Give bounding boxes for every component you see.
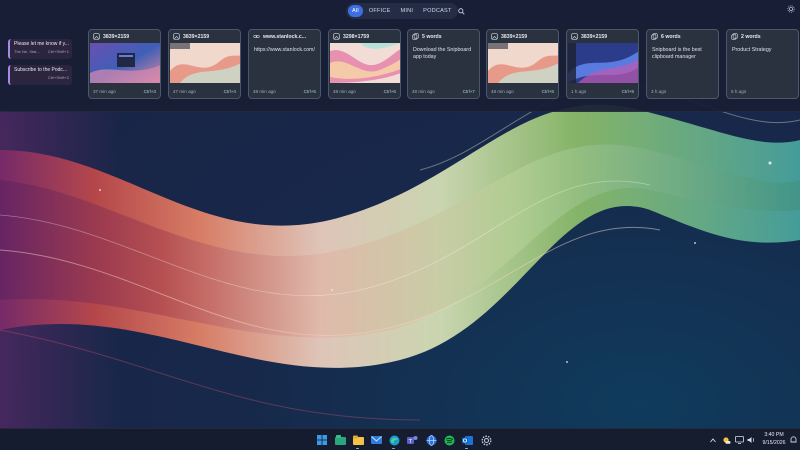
clip-card-time: 1 h ago [571,88,587,94]
clip-card[interactable]: 5 words Download the Snipboard app today… [407,29,480,99]
clip-card-header: 3839×2159 [581,33,608,40]
clip-card-shortcut: Ctrl+5 [303,88,316,94]
clip-card-time: 3 h ago [651,88,667,94]
clip-card-thumbnail [568,43,638,83]
clock-date: 9/15/2026 [762,439,786,446]
clip-card-header: www.stanlock.c... [263,33,307,40]
image-icon [571,33,578,40]
filter-mini[interactable]: MINI [397,5,418,17]
clip-card[interactable]: 2 words Product Strategy 6 h ago [726,29,799,99]
clip-card-shortcut: Ctrl+7 [462,88,475,94]
file-explorer-icon[interactable] [333,433,347,447]
image-icon [333,33,340,40]
system-clock[interactable]: 3:40 PM 9/15/2026 [760,432,788,447]
image-icon [93,33,100,40]
clip-card-header: 5 words [422,33,442,40]
chevron-up-icon[interactable] [709,434,717,446]
mail-icon[interactable] [369,433,383,447]
gear-icon[interactable] [786,4,796,14]
edge-icon[interactable] [387,433,401,447]
clip-card[interactable]: 3839×2159 1 h ago Ctrl+9 [566,29,639,99]
teams-icon[interactable]: T [405,433,419,447]
clip-card-shortcut: Ctrl+6 [383,88,396,94]
clip-card-header: 3839×2159 [501,33,528,40]
clip-card[interactable]: 3839×2159 37 min ago Ctrl+3 [88,29,161,99]
text-copy-icon [731,33,738,40]
clipboard-panel: All OFFICE MINI PODCAST Please let me kn… [0,0,800,112]
clip-card-header: 3839×2159 [183,33,210,40]
clip-card-text: Product Strategy [732,47,772,53]
folder-icon[interactable] [351,433,365,447]
clip-card[interactable]: 3839×2159 48 min ago Ctrl+8 [486,29,559,99]
clock-time: 3:40 PM [764,432,784,438]
clip-card-time: 48 min ago [333,88,356,94]
spotify-icon[interactable] [442,433,456,447]
filter-office[interactable]: OFFICE [365,5,395,17]
filter-all[interactable]: All [348,5,363,17]
pinned-item-source: The Ne, Stat... [14,49,40,54]
windows-start-icon[interactable] [315,433,329,447]
text-copy-icon [651,33,658,40]
link-icon [253,35,260,38]
pinned-item[interactable]: Subscribe to the Podc... Ctrl+Shift+2 [8,65,72,85]
settings-icon[interactable] [479,433,493,447]
pinned-item[interactable]: Please let me know if y... The Ne, Stat.… [8,39,72,59]
clip-card-header: 3839×2159 [103,33,130,40]
pinned-item-shortcut: Ctrl+Shift+2 [47,75,69,80]
clip-card-text: Snipboard is the best clipboard manager [652,47,702,60]
clip-card-time: 48 min ago [412,88,435,94]
weather-icon[interactable] [721,434,731,446]
clip-card[interactable]: 6 words Snipboard is the best clipboard … [646,29,719,99]
clip-card-shortcut: Ctrl+9 [621,88,634,94]
clip-card-thumbnail [488,43,558,83]
volume-icon[interactable] [746,434,756,446]
clip-card-thumbnail [90,43,160,83]
pinned-item-title: Please let me know if y... [14,41,69,47]
pinned-list: Please let me know if y... The Ne, Stat.… [8,39,72,91]
clip-card-header: 3298×1759 [343,33,370,40]
clip-card-time: 48 min ago [491,88,514,94]
search-icon[interactable] [457,5,465,17]
clip-card-header: 2 words [741,33,761,40]
clip-card-time: 48 min ago [253,88,276,94]
clip-card-shortcut: Ctrl+3 [143,88,156,94]
filter-podcast[interactable]: PODCAST [419,5,455,17]
outlook-icon[interactable] [460,433,474,447]
image-icon [491,33,498,40]
text-copy-icon [412,33,419,40]
clip-card-thumbnail [330,43,400,83]
svg-text:T: T [407,438,412,444]
clip-card-time: 6 h ago [731,88,747,94]
filter-bar: All OFFICE MINI PODCAST [346,3,465,19]
notification-icon[interactable] [789,434,798,446]
pinned-item-shortcut: Ctrl+Shift+1 [47,49,69,54]
taskbar: T 3:40 PM 9/15/2026 [0,428,800,450]
clip-card[interactable]: 3839×2159 47 min ago Ctrl+4 [168,29,241,99]
clip-card-time: 47 min ago [173,88,196,94]
clip-card-thumbnail [170,43,240,83]
network-icon[interactable] [734,434,744,446]
globe-icon[interactable] [424,433,438,447]
pinned-item-title: Subscribe to the Podc... [14,67,68,73]
image-icon [173,33,180,40]
clip-card[interactable]: www.stanlock.c... https://www.stanlock.c… [248,29,321,99]
clip-card-header: 6 words [661,33,681,40]
clip-card[interactable]: 3298×1759 48 min ago Ctrl+6 [328,29,401,99]
clip-card-shortcut: Ctrl+8 [541,88,554,94]
clip-card-shortcut: Ctrl+4 [223,88,236,94]
clip-card-text: https://www.stanlock.com/ [254,47,315,53]
clip-card-time: 37 min ago [93,88,116,94]
clip-card-text: Download the Snipboard app today [413,47,472,60]
